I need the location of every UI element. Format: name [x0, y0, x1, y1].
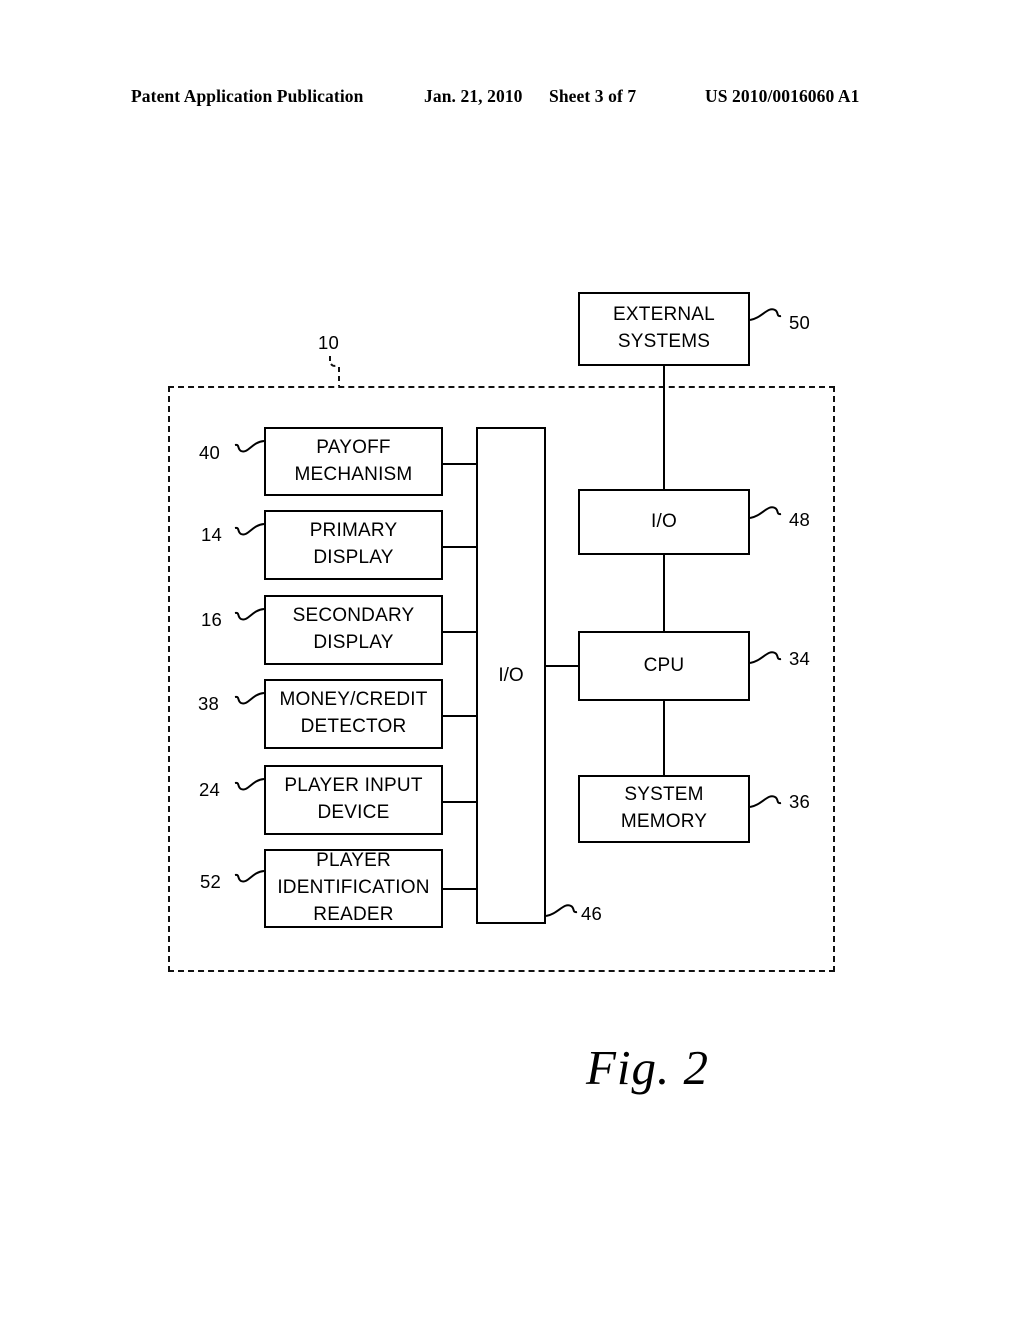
- block-primary-display-line1: PRIMARY: [309, 520, 398, 542]
- connector-player-identification-reader-to-bus: [443, 888, 476, 890]
- block-player-identification-reader-line2: IDENTIFICATION: [277, 877, 430, 899]
- ref-number-14: 14: [201, 524, 222, 545]
- connector-cpu-to-system-memory: [663, 701, 665, 775]
- block-primary-display-line2: DISPLAY: [313, 547, 394, 568]
- connector-primary-display-to-bus: [443, 546, 476, 548]
- ref-number-38: 38: [198, 693, 219, 714]
- block-external-systems: EXTERNAL SYSTEMS: [578, 292, 750, 366]
- block-secondary-display-line1: SECONDARY: [292, 605, 415, 627]
- ref-number-52: 52: [200, 871, 221, 892]
- ref-number-34: 34: [789, 648, 810, 669]
- block-payoff-mechanism-line2: MECHANISM: [294, 463, 413, 485]
- figure-2-diagram: 10 EXTERNAL SYSTEMS 50 I/O 48 CPU 34 SYS…: [0, 0, 1024, 1320]
- block-system-memory-line1: SYSTEM: [624, 784, 704, 806]
- ref-50-lead-line: [749, 308, 782, 321]
- block-player-input-device-line2: DEVICE: [317, 802, 390, 823]
- connector-external-systems-to-io: [663, 366, 665, 489]
- ref-number-50: 50: [789, 312, 810, 333]
- ref-number-48: 48: [789, 509, 810, 530]
- ref-number-16: 16: [201, 609, 222, 630]
- block-primary-display: PRIMARY DISPLAY: [264, 510, 443, 580]
- ref-number-36: 36: [789, 791, 810, 812]
- connector-io-to-cpu: [663, 555, 665, 631]
- block-player-identification-reader-line3: READER: [313, 903, 394, 925]
- connector-player-input-device-to-bus: [443, 801, 476, 803]
- block-io-bus: I/O: [476, 427, 546, 924]
- connector-money-credit-detector-to-bus: [443, 715, 476, 717]
- block-cpu: CPU: [578, 631, 750, 701]
- block-player-input-device: PLAYER INPUT DEVICE: [264, 765, 443, 835]
- block-cpu-label: CPU: [643, 654, 685, 676]
- block-system-memory-line2: MEMORY: [620, 811, 708, 832]
- figure-caption: Fig. 2: [586, 1040, 710, 1095]
- block-money-credit-detector: MONEY/CREDIT DETECTOR: [264, 679, 443, 749]
- block-payoff-mechanism-line1: PAYOFF: [316, 436, 391, 458]
- connector-bus-to-cpu: [546, 665, 578, 667]
- block-io-bus-label: I/O: [498, 664, 524, 686]
- block-external-systems-line2: SYSTEMS: [617, 331, 711, 352]
- connector-payoff-mechanism-to-bus: [443, 463, 476, 465]
- ref-number-46: 46: [581, 903, 602, 924]
- block-system-memory: SYSTEM MEMORY: [578, 775, 750, 843]
- connector-secondary-display-to-bus: [443, 631, 476, 633]
- block-payoff-mechanism: PAYOFF MECHANISM: [264, 427, 443, 496]
- block-io-upper: I/O: [578, 489, 750, 555]
- block-io-upper-label: I/O: [651, 510, 677, 532]
- block-player-input-device-line1: PLAYER INPUT: [284, 775, 423, 797]
- block-secondary-display: SECONDARY DISPLAY: [264, 595, 443, 665]
- ref-number-40: 40: [199, 442, 220, 463]
- block-money-credit-detector-line2: DETECTOR: [300, 716, 407, 737]
- block-player-identification-reader: PLAYER IDENTIFICATION READER: [264, 849, 443, 928]
- ref-number-24: 24: [199, 779, 220, 800]
- block-money-credit-detector-line1: MONEY/CREDIT: [279, 689, 428, 711]
- block-external-systems-line1: EXTERNAL: [613, 304, 715, 326]
- ref-number-10: 10: [318, 332, 339, 353]
- block-player-identification-reader-line1: PLAYER: [316, 850, 391, 872]
- block-secondary-display-line2: DISPLAY: [313, 632, 394, 653]
